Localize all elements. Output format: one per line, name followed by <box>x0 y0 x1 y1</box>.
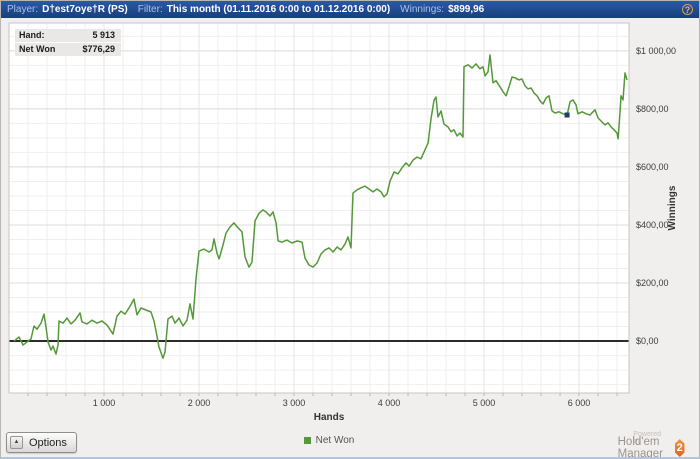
brand-row: Hold'em Manager 2 <box>617 436 685 459</box>
player-value: D†est7oye†R (PS) <box>42 4 128 15</box>
x-tick-label: 1 000 <box>92 398 116 408</box>
chart-legend: Net Won <box>9 435 649 446</box>
x-tick-label: 2 000 <box>187 398 211 408</box>
title-bar: Player: D†est7oye†R (PS) Filter: This mo… <box>1 1 699 18</box>
tooltip-networn-label: Net Won <box>19 44 56 54</box>
x-tick-label: 4 000 <box>377 398 401 408</box>
player-label: Player: <box>7 4 39 15</box>
tooltip-hand-label: Hand: <box>19 30 45 40</box>
tooltip-hand-value: 5 913 <box>92 30 115 40</box>
winnings-value: $899,96 <box>448 4 485 15</box>
net-won-legend-swatch <box>303 437 311 444</box>
holdem-manager-graph-window: Player: D†est7oye†R (PS) Filter: This mo… <box>0 0 700 459</box>
x-axis-title: Hands <box>313 412 345 423</box>
net-won-legend-label: Net Won <box>315 435 355 446</box>
help-icon[interactable]: ? <box>682 4 693 15</box>
options-button[interactable]: ▲ Options <box>6 432 77 453</box>
y-tick-label: $1 000,00 <box>636 45 677 56</box>
winnings-label: Winnings: <box>400 4 445 15</box>
hover-tooltip: Hand: 5 913 Net Won $776,29 <box>15 29 121 57</box>
y-axis-title: Winnings <box>667 185 678 231</box>
y-tick-label: $600,00 <box>636 161 669 172</box>
filter-label: Filter: <box>137 4 163 15</box>
collapse-arrow-icon[interactable]: ▲ <box>10 436 23 449</box>
x-tick-label: 6 000 <box>567 398 591 408</box>
y-tick-label: $400,00 <box>636 219 669 230</box>
x-tick-label: 5 000 <box>472 398 496 408</box>
hm2-logo-badge-icon: 2 <box>675 439 685 457</box>
options-button-label: Options <box>29 436 67 449</box>
filter-value: This month (01.11.2016 0:00 to 01.12.201… <box>166 4 391 15</box>
y-tick-label: $800,00 <box>636 103 669 114</box>
brand-name: Hold'em Manager <box>617 436 664 459</box>
winnings-chart <box>8 22 630 396</box>
x-tick-label: 3 000 <box>282 398 306 408</box>
y-tick-label: $0,00 <box>636 336 659 347</box>
tooltip-networn-row: Net Won $776,29 <box>15 43 121 56</box>
tooltip-hand-row: Hand: 5 913 <box>15 29 121 42</box>
y-tick-label: $200,00 <box>636 278 669 289</box>
tooltip-networn-value: $776,29 <box>82 44 115 54</box>
